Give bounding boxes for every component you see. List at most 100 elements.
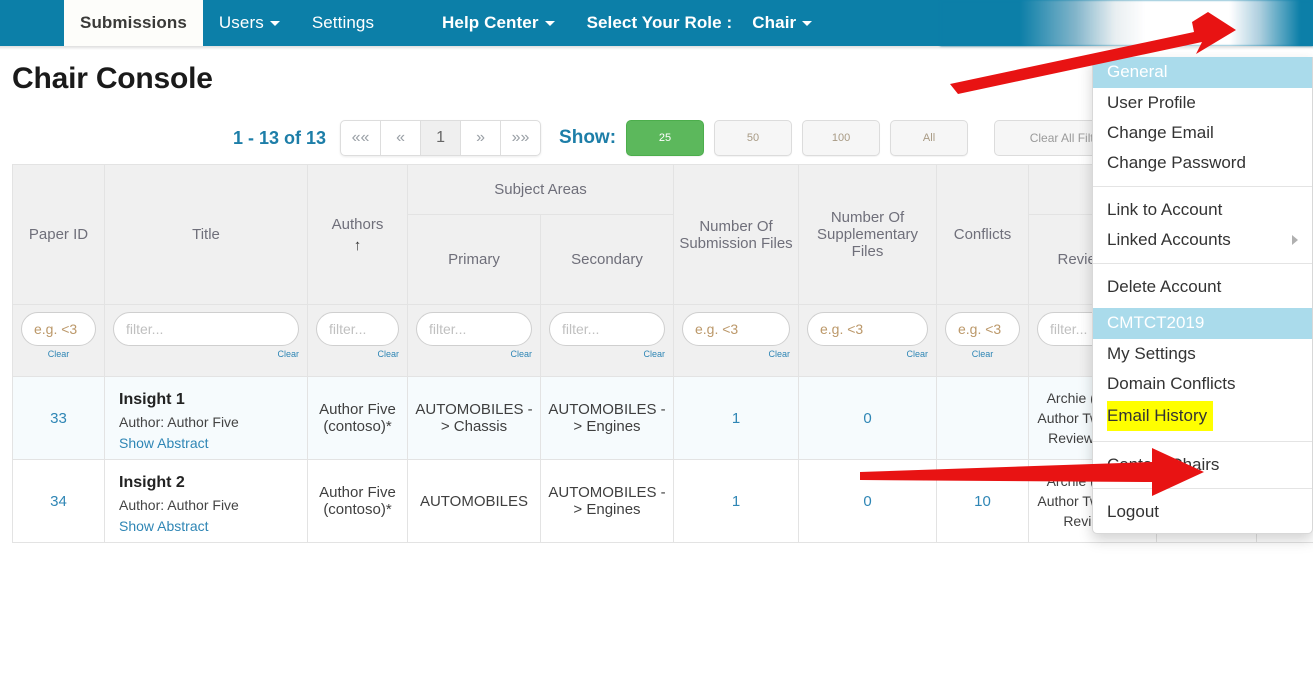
cell-num-submission-files[interactable]: 1 (674, 460, 799, 543)
role-selector-chair[interactable]: Chair (736, 0, 828, 46)
page-size-50-button[interactable]: 50 (714, 120, 792, 156)
filter-input-authors[interactable] (316, 312, 399, 346)
submission-author-line: Author: Author Five (119, 414, 301, 430)
dropdown-group-general: General (1093, 57, 1312, 88)
cell-num-submission-files[interactable]: 1 (674, 377, 799, 460)
nav-item-users-label: Users (219, 13, 264, 33)
filter-input-num-supplementary-files[interactable] (807, 312, 928, 346)
menu-item-user-profile[interactable]: User Profile (1093, 88, 1312, 118)
pagination-last-button[interactable]: »» (500, 120, 541, 156)
pagination-page-1-button[interactable]: 1 (420, 120, 461, 156)
cell-num-supplementary-files[interactable]: 0 (799, 460, 937, 543)
col-header-paper-id[interactable]: Paper ID (13, 165, 105, 305)
col-header-authors[interactable]: Authors ↑ (308, 165, 408, 305)
filter-cell-num-submission-files: Clear (674, 305, 799, 377)
dropdown-group-conference: CMTCT2019 (1093, 308, 1312, 339)
nav-item-help-center[interactable]: Help Center (426, 0, 571, 46)
cell-authors: Author Five (contoso)* (308, 377, 408, 460)
page-size-100-button[interactable]: 100 (802, 120, 880, 156)
filter-clear-title[interactable]: Clear (113, 349, 299, 359)
show-label: Show: (559, 127, 616, 149)
page-title: Chair Console (12, 62, 213, 96)
cell-secondary-subject: AUTOMOBILES -> Engines (541, 460, 674, 543)
filter-input-num-submission-files[interactable] (682, 312, 790, 346)
filter-clear-conflicts[interactable]: Clear (945, 349, 1020, 359)
menu-item-change-email[interactable]: Change Email (1093, 118, 1312, 148)
role-selector-value: Chair (752, 13, 796, 33)
col-header-num-submission-files[interactable]: Number Of Submission Files (674, 165, 799, 305)
cell-num-supplementary-files[interactable]: 0 (799, 377, 937, 460)
cell-secondary-subject: AUTOMOBILES -> Engines (541, 377, 674, 460)
nav-item-submissions-label: Submissions (80, 13, 187, 33)
menu-item-logout[interactable]: Logout (1093, 497, 1312, 527)
filter-input-primary[interactable] (416, 312, 532, 346)
nav-left-gap (0, 0, 64, 46)
menu-item-email-history[interactable]: Email History (1107, 401, 1213, 431)
page-size-25-button[interactable]: 25 (626, 120, 704, 156)
menu-item-linked-accounts-label: Linked Accounts (1107, 230, 1231, 249)
filter-input-paper-id[interactable] (21, 312, 96, 346)
sort-ascending-icon: ↑ (312, 237, 403, 254)
nav-item-settings-label: Settings (312, 13, 374, 33)
pagination-first-button[interactable]: «« (340, 120, 381, 156)
col-header-title[interactable]: Title (105, 165, 308, 305)
filter-cell-conflicts: Clear (937, 305, 1029, 377)
filter-clear-num-submission-files[interactable]: Clear (682, 349, 790, 359)
cell-paper-id[interactable]: 33 (13, 377, 105, 460)
filter-cell-num-supplementary-files: Clear (799, 305, 937, 377)
menu-item-change-password[interactable]: Change Password (1093, 148, 1312, 178)
filter-input-conflicts[interactable] (945, 312, 1020, 346)
chevron-right-icon (1292, 235, 1298, 245)
col-header-conflicts[interactable]: Conflicts (937, 165, 1029, 305)
show-abstract-link[interactable]: Show Abstract (119, 518, 301, 534)
chevron-down-icon (802, 21, 812, 26)
filter-cell-authors: Clear (308, 305, 408, 377)
cell-primary-subject: AUTOMOBILES -> Chassis (408, 377, 541, 460)
filter-clear-authors[interactable]: Clear (316, 349, 399, 359)
menu-divider (1093, 263, 1312, 264)
filter-clear-num-supplementary-files[interactable]: Clear (807, 349, 928, 359)
menu-item-domain-conflicts[interactable]: Domain Conflicts (1093, 369, 1312, 399)
user-account-menu-button[interactable] (940, 0, 1313, 46)
menu-item-my-settings[interactable]: My Settings (1093, 339, 1312, 369)
cell-paper-id[interactable]: 34 (13, 460, 105, 543)
chevron-down-icon (545, 21, 555, 26)
select-your-role-label: Select Your Role : (571, 0, 737, 46)
col-header-subject-areas: Subject Areas (408, 165, 674, 215)
show-abstract-link[interactable]: Show Abstract (119, 435, 301, 451)
navbar-shadow (0, 46, 1313, 50)
submission-author-line: Author: Author Five (119, 497, 301, 513)
filter-clear-secondary[interactable]: Clear (549, 349, 665, 359)
chevron-down-icon (270, 21, 280, 26)
result-count-label: 1 - 13 of 13 (233, 128, 326, 149)
menu-item-email-history-wrap: Email History (1093, 399, 1312, 433)
nav-item-users[interactable]: Users (203, 0, 296, 46)
nav-spacer (390, 0, 426, 46)
filter-input-title[interactable] (113, 312, 299, 346)
menu-item-linked-accounts[interactable]: Linked Accounts (1093, 225, 1312, 255)
cell-conflicts[interactable]: 10 (937, 460, 1029, 543)
nav-item-settings[interactable]: Settings (296, 0, 390, 46)
menu-item-delete-account[interactable]: Delete Account (1093, 272, 1312, 302)
submission-title: Insight 1 (119, 391, 301, 409)
page-size-selector: 25 50 100 All (626, 120, 968, 156)
filter-input-secondary[interactable] (549, 312, 665, 346)
pagination-next-button[interactable]: » (460, 120, 501, 156)
cell-conflicts[interactable] (937, 377, 1029, 460)
pagination-prev-button[interactable]: « (380, 120, 421, 156)
filter-clear-paper-id[interactable]: Clear (21, 349, 96, 359)
nav-item-submissions[interactable]: Submissions (64, 0, 203, 46)
menu-item-contact-chairs[interactable]: Contact Chairs (1093, 450, 1312, 480)
col-header-primary[interactable]: Primary (408, 215, 541, 305)
cell-authors: Author Five (contoso)* (308, 460, 408, 543)
filter-cell-secondary: Clear (541, 305, 674, 377)
submission-title: Insight 2 (119, 474, 301, 492)
menu-item-link-to-account[interactable]: Link to Account (1093, 195, 1312, 225)
col-header-authors-label: Authors (332, 216, 384, 233)
filter-clear-primary[interactable]: Clear (416, 349, 532, 359)
filter-cell-primary: Clear (408, 305, 541, 377)
col-header-num-supplementary-files[interactable]: Number Of Supplementary Files (799, 165, 937, 305)
account-dropdown-menu: General User Profile Change Email Change… (1092, 57, 1313, 534)
col-header-secondary[interactable]: Secondary (541, 215, 674, 305)
page-size-all-button[interactable]: All (890, 120, 968, 156)
